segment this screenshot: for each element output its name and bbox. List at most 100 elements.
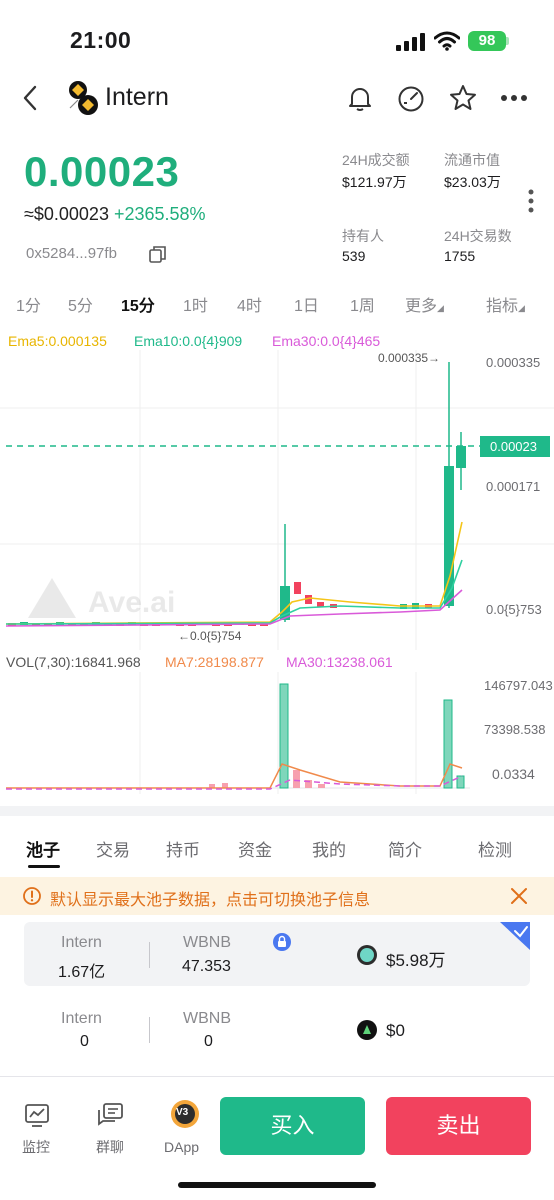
vol-axis-top: 146797.043 [484, 678, 553, 693]
current-price-tag: 0.00023 [480, 436, 550, 457]
battery-tip [506, 37, 509, 45]
tx24h-value: 1755 [444, 248, 476, 264]
pool1-amount-a: 1.67亿 [58, 964, 106, 981]
dex-v3-icon [357, 945, 377, 965]
group-chat-icon[interactable] [96, 1102, 124, 1128]
pool2-amount-a: 0 [80, 1033, 89, 1050]
current-price: 0.00023 [24, 148, 180, 195]
pool1-separator [149, 942, 150, 968]
caret-icon: ◢ [518, 303, 525, 313]
vol-axis-low: 0.0334 [492, 766, 535, 782]
tf-5m[interactable]: 5分 [68, 292, 93, 316]
ma30-legend: MA30:13238.061 [286, 654, 393, 670]
tf-more-label: 更多 [405, 298, 438, 315]
volume-bar [293, 770, 300, 788]
tab-intro[interactable]: 简介 [388, 836, 422, 861]
pool1-amount-b: 47.353 [182, 958, 231, 975]
tf-indicators[interactable]: 指标◢ [486, 292, 525, 316]
tab-holders[interactable]: 持币 [166, 836, 200, 861]
dex-icon [357, 1020, 377, 1040]
back-icon[interactable] [20, 84, 40, 112]
tab-mine[interactable]: 我的 [312, 836, 346, 861]
monitor-icon[interactable] [24, 1102, 50, 1128]
tab-pool[interactable]: 池子 [26, 836, 60, 861]
signal-icon [396, 33, 425, 51]
bell-icon[interactable] [346, 84, 374, 112]
tf-4h[interactable]: 4时 [237, 292, 262, 316]
pool1-token-b: WBNB [183, 934, 231, 951]
section-divider [0, 806, 554, 816]
close-icon[interactable] [510, 887, 528, 905]
warning-icon [23, 887, 41, 905]
volume-bar [318, 784, 325, 788]
candle-down [294, 582, 301, 594]
watermark-text: Ave.ai [88, 586, 175, 619]
tab-funds[interactable]: 资金 [238, 836, 272, 861]
holders-value: 539 [342, 248, 366, 264]
copy-icon[interactable] [148, 245, 168, 265]
volume-bar [279, 683, 289, 789]
ema10-line [5, 559, 463, 625]
tf-15m[interactable]: 15分 [121, 292, 155, 316]
vol-legend: VOL(7,30):16841.968 [6, 654, 141, 670]
tf-1m[interactable]: 1分 [16, 292, 41, 316]
pool2-separator [149, 1017, 150, 1043]
coin-logo-icon [69, 81, 98, 115]
stats-more-icon[interactable] [527, 188, 535, 214]
buy-button[interactable]: 买入 [220, 1097, 365, 1155]
nav-divider [0, 1076, 554, 1077]
pool2-token-a: Intern [61, 1010, 102, 1027]
candle-up [456, 446, 466, 468]
pool2-token-b: WBNB [183, 1010, 231, 1027]
axis-label-top: 0.000335 [486, 355, 541, 370]
tf-1w[interactable]: 1周 [350, 292, 375, 316]
tf-1d[interactable]: 1日 [294, 292, 319, 316]
tx24h-label: 24H交易数 [444, 228, 512, 244]
tab-check[interactable]: 检测 [478, 836, 512, 861]
max-price-label: 0.000335→ [378, 351, 440, 365]
ema10-legend: Ema10:0.0{4}909 [134, 333, 243, 349]
status-time: 21:00 [70, 27, 132, 53]
ema5-legend: Ema5:0.000135 [8, 333, 107, 349]
vol24h-value: $121.97万 [342, 174, 407, 190]
ma7-legend: MA7:28198.877 [165, 654, 264, 670]
dapp-label[interactable]: DApp [164, 1139, 199, 1155]
monitor-label[interactable]: 监控 [22, 1137, 50, 1157]
pool1-usd: $5.98万 [386, 951, 446, 970]
pool1-token-a: Intern [61, 934, 102, 951]
selected-check-icon [500, 922, 530, 950]
token-title: Intern [105, 83, 169, 111]
holders-label: 持有人 [342, 228, 384, 244]
tf-more[interactable]: 更多◢ [405, 292, 444, 316]
wifi-icon [434, 31, 460, 51]
pool2-usd: $0 [386, 1021, 405, 1040]
price-change: +2365.58% [113, 204, 206, 224]
more-icon[interactable] [500, 94, 528, 102]
sell-button[interactable]: 卖出 [386, 1097, 531, 1155]
ema5-line [5, 521, 463, 625]
vol-axis-mid: 73398.538 [484, 722, 546, 737]
min-price-label: ←0.0{5}754 [178, 629, 242, 643]
vol24h-label: 24H成交额 [342, 152, 410, 168]
lock-icon [273, 933, 291, 951]
group-chat-label[interactable]: 群聊 [96, 1137, 124, 1157]
tab-trades[interactable]: 交易 [96, 836, 130, 861]
mcap-value: $23.03万 [444, 174, 501, 190]
home-indicator [178, 1182, 376, 1188]
ema30-legend: Ema30:0.0{4}465 [272, 333, 381, 349]
dapp-badge: V3 [176, 1107, 189, 1118]
axis-label-mid: 0.000171 [486, 479, 541, 494]
usd-price: ≈$0.00023 [24, 204, 109, 224]
star-icon[interactable] [448, 83, 478, 113]
caret-icon: ◢ [437, 303, 444, 313]
usd-price-row: ≈$0.00023 +2365.58% [24, 204, 206, 225]
gauge-icon[interactable] [396, 84, 426, 112]
volume-chart[interactable] [0, 672, 554, 794]
tf-indicators-label: 指标 [486, 298, 519, 315]
pool2-amount-b: 0 [204, 1033, 213, 1050]
mcap-label: 流通市值 [444, 152, 500, 168]
tf-1h[interactable]: 1时 [183, 292, 208, 316]
notice-text: 默认显示最大池子数据，点击可切换池子信息 [50, 892, 371, 909]
watermark-logo: Ave.ai [28, 578, 175, 619]
price-chart[interactable]: Ave.ai 0.000335→ ←0.0{5}754 [0, 350, 554, 650]
